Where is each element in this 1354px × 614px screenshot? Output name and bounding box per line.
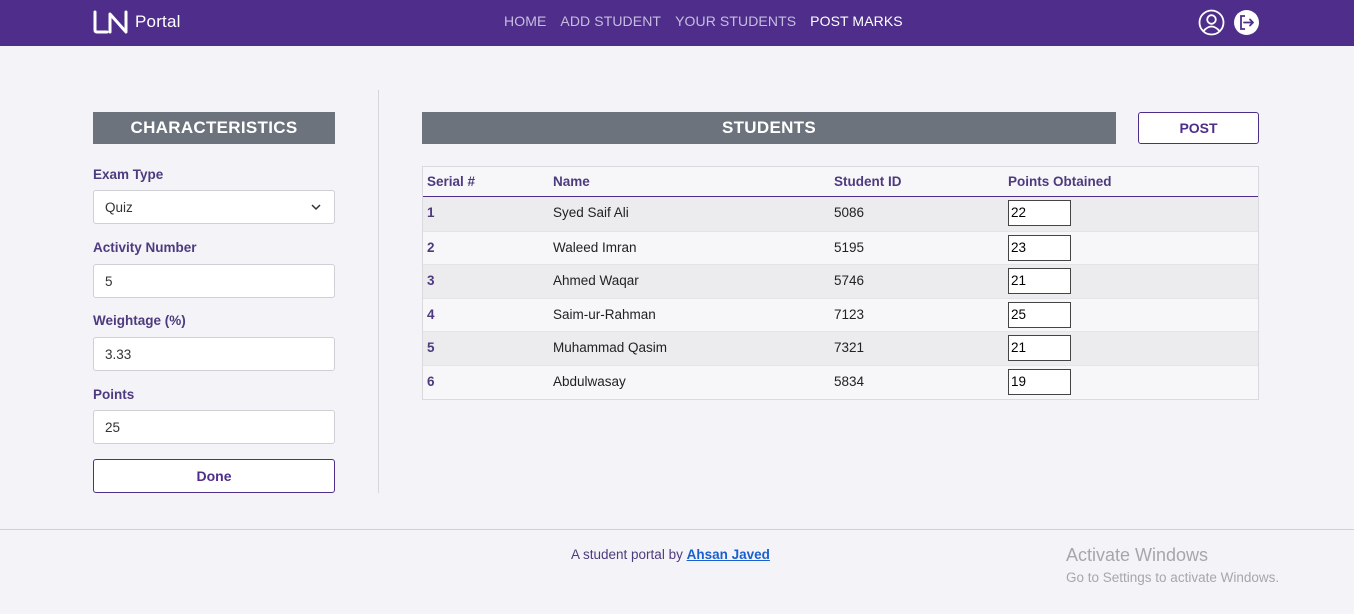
col-student-id: Student ID: [834, 174, 902, 189]
row-name: Waleed Imran: [553, 239, 637, 255]
row-serial: 5: [427, 340, 435, 356]
points-obtained-input[interactable]: 21: [1008, 268, 1071, 295]
points-obtained-input[interactable]: 22: [1008, 200, 1071, 226]
row-name: Syed Saif Ali: [553, 205, 629, 220]
vertical-divider: [378, 90, 379, 493]
table-row: 4 Saim-ur-Rahman 7123 25: [423, 297, 1258, 332]
nav-link-post-marks[interactable]: POST MARKS: [810, 13, 903, 29]
nav-links: HOME ADD STUDENT YOUR STUDENTS POST MARK…: [504, 13, 917, 29]
row-name: Muhammad Qasim: [553, 340, 668, 356]
activate-windows-subtitle: Go to Settings to activate Windows.: [1066, 570, 1280, 585]
col-serial: Serial #: [427, 174, 476, 189]
row-serial: 6: [427, 373, 435, 389]
table-row: 6 Abdulwasay 5834 19: [423, 364, 1258, 399]
students-header: STUDENTS: [422, 112, 1116, 144]
activity-number-label: Activity Number: [93, 240, 197, 255]
footer-text: A student portal by Ahsan Javed: [571, 547, 770, 562]
brand[interactable]: Portal: [93, 10, 181, 34]
user-circle-icon[interactable]: [1198, 9, 1225, 36]
brand-logo-icon: [93, 10, 128, 34]
row-serial: 4: [427, 306, 435, 322]
nav-link-your-students[interactable]: YOUR STUDENTS: [675, 13, 796, 29]
done-button[interactable]: Done: [93, 459, 335, 493]
points-value: 25: [105, 419, 121, 435]
activity-number-input[interactable]: 5: [93, 264, 335, 298]
row-student-id: 5746: [834, 273, 865, 289]
row-name: Abdulwasay: [553, 373, 626, 389]
row-serial: 2: [427, 239, 435, 255]
row-name: Saim-ur-Rahman: [553, 306, 656, 322]
footer-divider: [0, 529, 1354, 530]
students-table: Serial # Name Student ID Points Obtained…: [422, 166, 1259, 400]
points-obtained-input[interactable]: 23: [1008, 234, 1071, 261]
characteristics-header: CHARACTERISTICS: [93, 112, 335, 144]
exam-type-select[interactable]: Quiz: [93, 190, 335, 224]
table-row: 1 Syed Saif Ali 5086 22: [423, 197, 1258, 231]
table-header: Serial # Name Student ID Points Obtained: [423, 167, 1258, 197]
table-body: 1 Syed Saif Ali 5086 22 2 Waleed Imran 5…: [423, 197, 1258, 399]
points-obtained-input[interactable]: 21: [1008, 335, 1071, 362]
points-obtained-input[interactable]: 25: [1008, 301, 1071, 328]
exam-type-label: Exam Type: [93, 167, 164, 182]
exam-type-value: Quiz: [105, 199, 133, 215]
footer-author-link[interactable]: Ahsan Javed: [687, 547, 770, 562]
row-student-id: 5195: [834, 239, 865, 255]
weightage-input[interactable]: 3.33: [93, 337, 335, 371]
row-student-id: 7123: [834, 306, 865, 322]
activity-number-value: 5: [105, 273, 113, 289]
points-obtained-input[interactable]: 19: [1008, 368, 1071, 395]
col-points: Points Obtained: [1008, 174, 1112, 189]
weightage-label: Weightage (%): [93, 313, 186, 328]
row-serial: 3: [427, 273, 435, 289]
table-row: 3 Ahmed Waqar 5746 21: [423, 264, 1258, 298]
post-button[interactable]: POST: [1138, 112, 1259, 144]
activate-windows-title: Activate Windows: [1066, 545, 1209, 565]
weightage-value: 3.33: [105, 346, 132, 362]
footer-caption: A student portal by: [571, 547, 683, 562]
table-row: 5 Muhammad Qasim 7321 21: [423, 331, 1258, 365]
brand-name: Portal: [135, 12, 181, 31]
table-row: 2 Waleed Imran 5195 23: [423, 230, 1258, 265]
points-input[interactable]: 25: [93, 410, 335, 444]
chevron-down-icon: [311, 204, 321, 211]
row-serial: 1: [427, 205, 435, 220]
nav-link-add-student[interactable]: ADD STUDENT: [560, 13, 661, 29]
row-student-id: 5086: [834, 205, 865, 220]
row-name: Ahmed Waqar: [553, 273, 639, 289]
row-student-id: 5834: [834, 373, 865, 389]
row-student-id: 7321: [834, 340, 865, 356]
top-navbar: Portal HOME ADD STUDENT YOUR STUDENTS PO…: [0, 0, 1354, 46]
col-name: Name: [553, 174, 590, 189]
nav-link-home[interactable]: HOME: [504, 13, 546, 29]
points-label: Points: [93, 387, 135, 402]
logout-icon[interactable]: [1233, 9, 1260, 36]
